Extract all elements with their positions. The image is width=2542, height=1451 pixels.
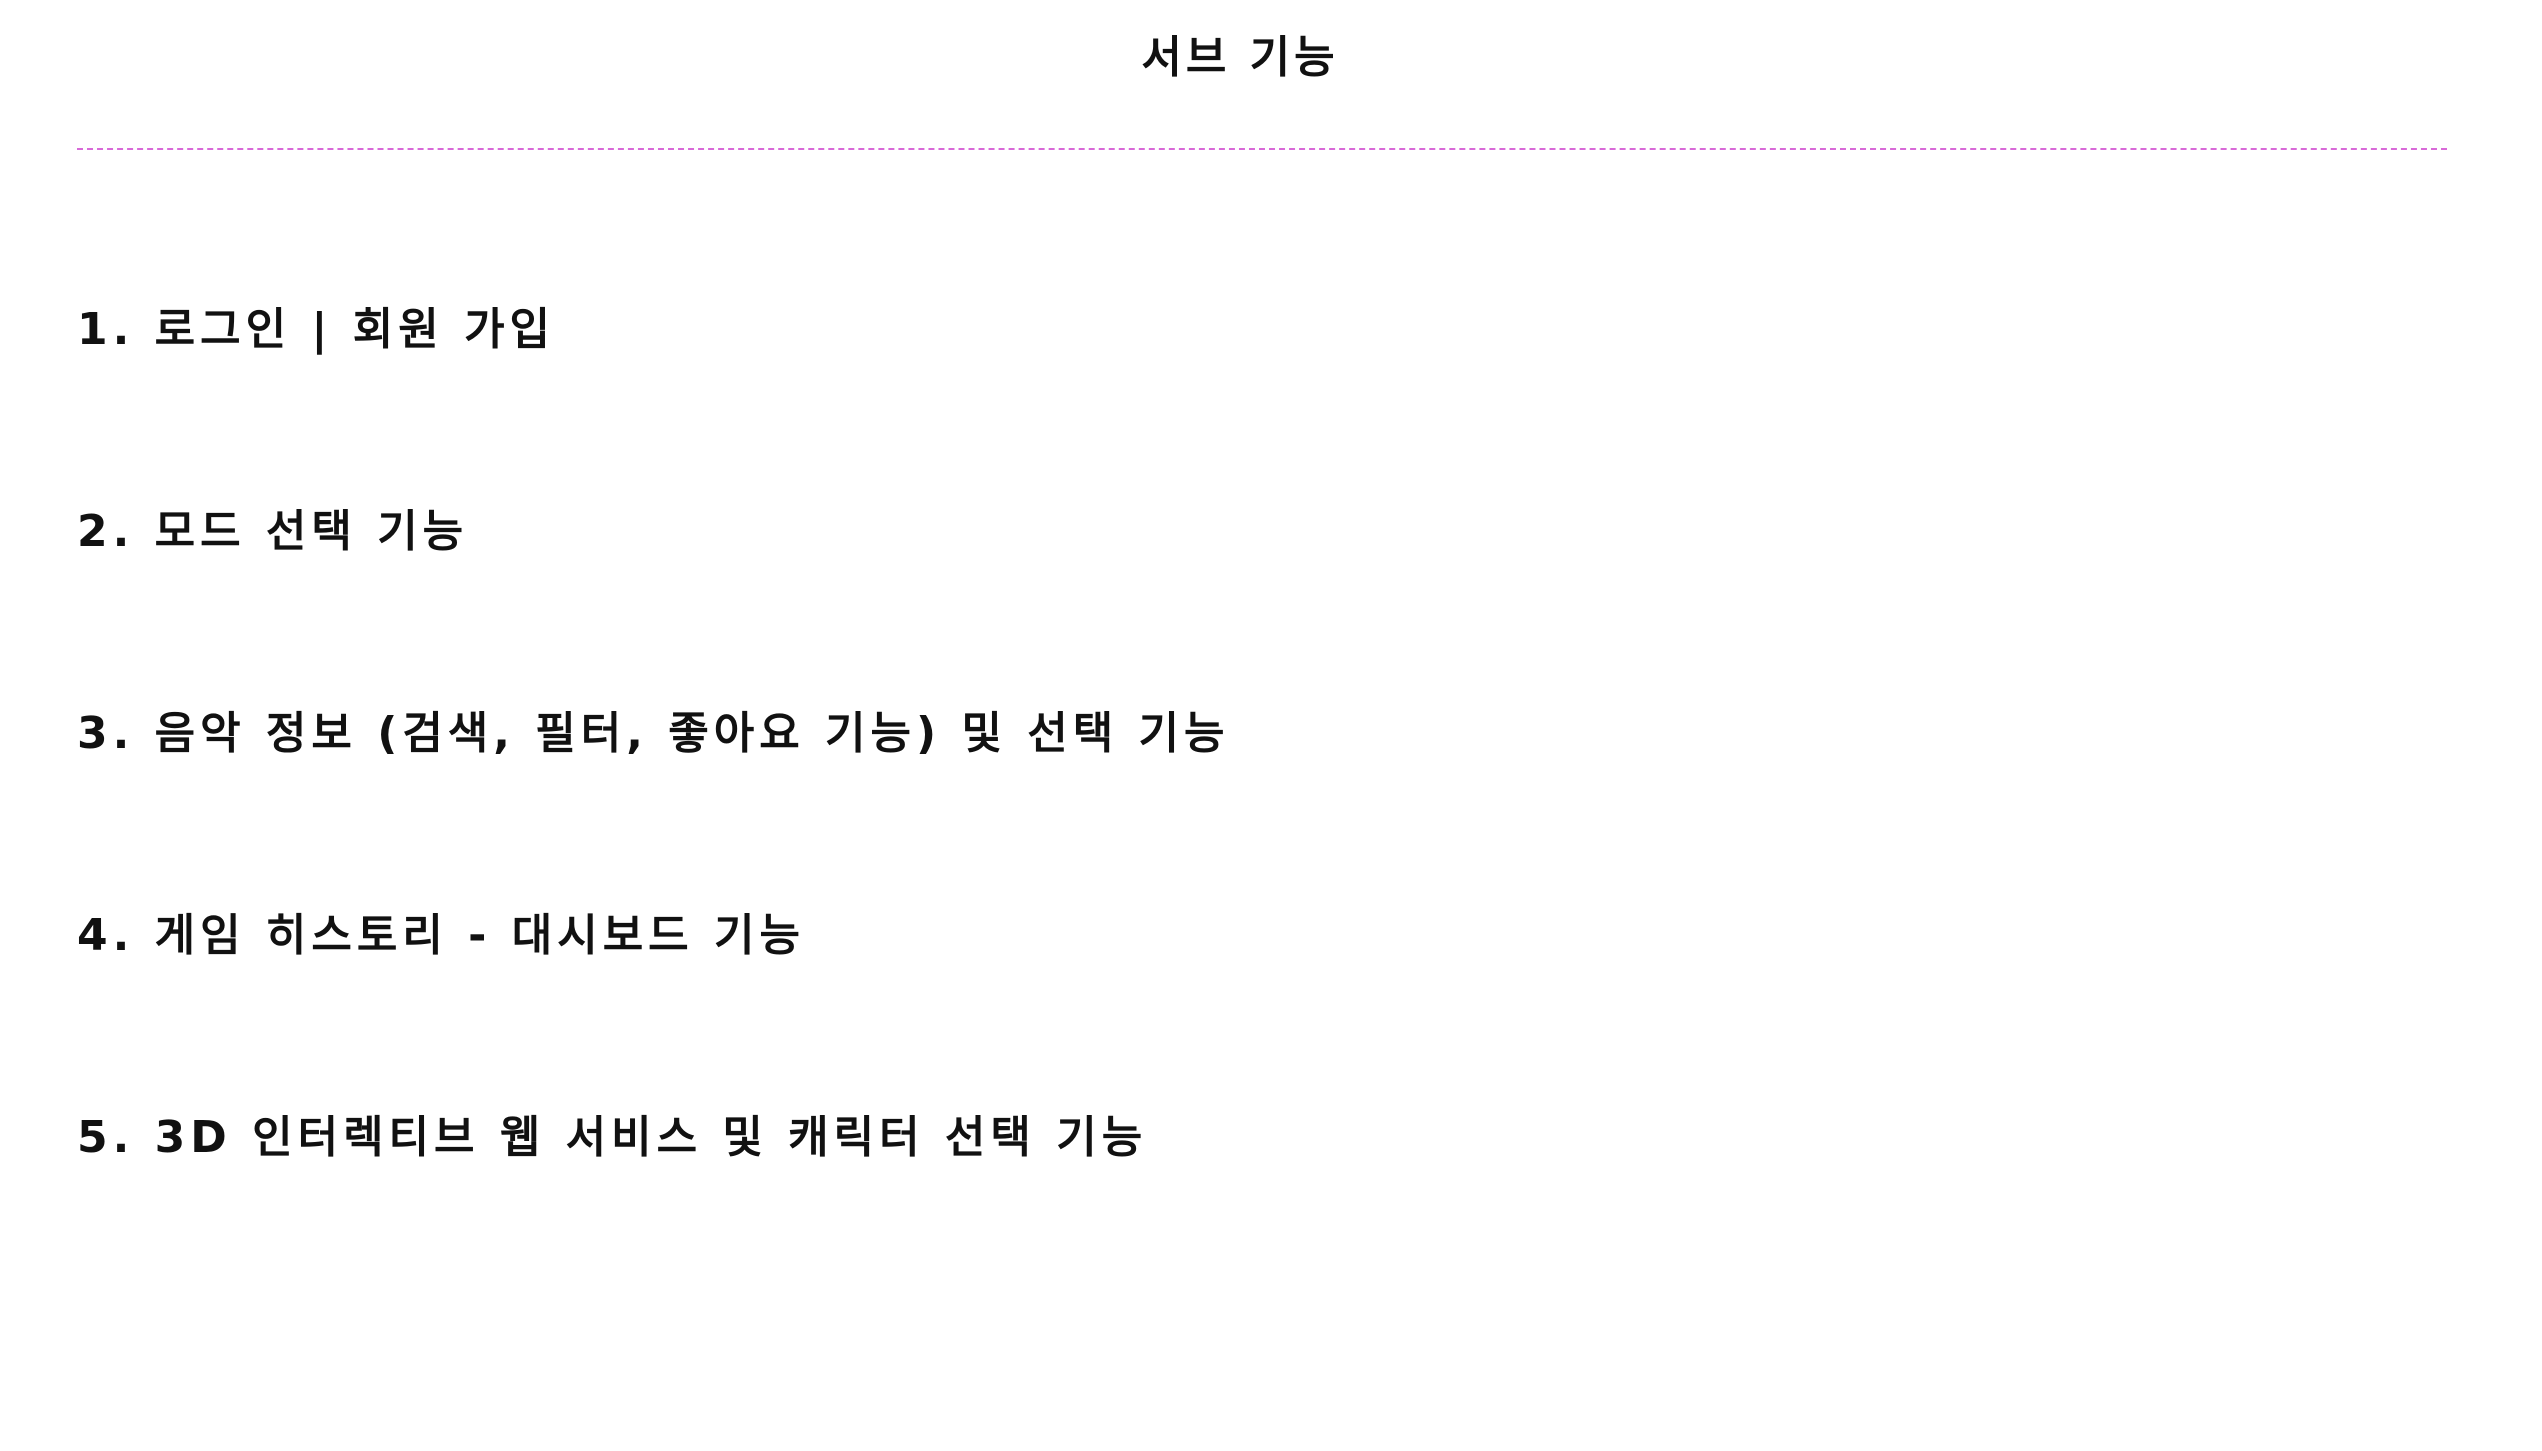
feature-item-game-history: 4. 게임 히스토리 - 대시보드 기능 [77,910,805,961]
feature-item-login: 1. 로그인 | 회원 가입 [77,304,556,355]
feature-list: 1. 로그인 | 회원 가입 2. 모드 선택 기능 3. 음악 정보 (검색,… [77,300,1229,1310]
feature-item-mode-select: 2. 모드 선택 기능 [77,506,469,557]
feature-item-3d-interactive: 5. 3D 인터렉티브 웹 서비스 및 캐릭터 선택 기능 [77,1112,1148,1163]
feature-item-music-info: 3. 음악 정보 (검색, 필터, 좋아요 기능) 및 선택 기능 [77,708,1230,759]
page-title: 서브 기능 [1141,32,1339,83]
dashed-divider [77,148,2447,150]
